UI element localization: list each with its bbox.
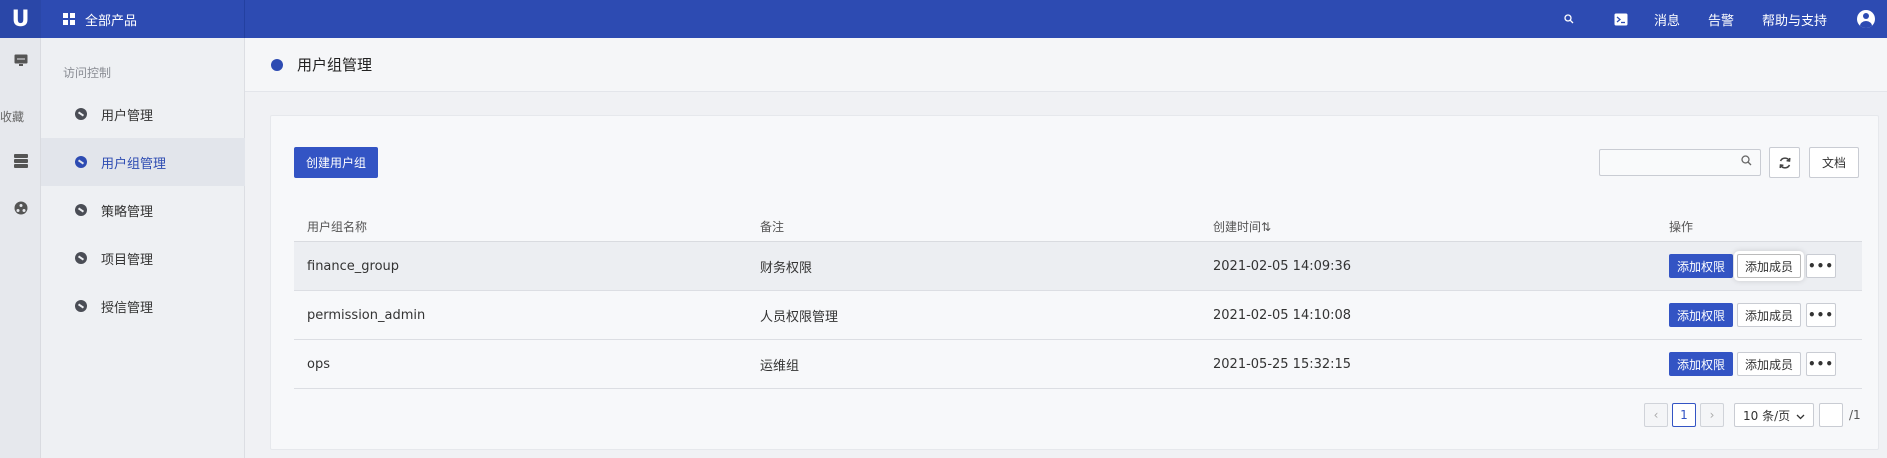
created-time: 2021-05-25 15:32:15 [1213,356,1352,372]
sidebar-item-label: 项目管理 [101,252,154,268]
add-permission-button[interactable]: 添加权限 [1669,352,1733,376]
policy-icon [75,204,87,216]
table-row: finance_group 财务权限 2021-02-05 14:09:36 添… [294,242,1862,291]
search-icon[interactable] [1564,14,1574,24]
page-title: 用户组管理 [297,56,373,74]
group-name: finance_group [307,258,400,274]
sidebar-item-credit[interactable]: 授信管理 [41,282,245,330]
sidebar-item-user-groups[interactable]: 用户组管理 [41,138,245,186]
monitor-icon[interactable] [0,54,41,67]
more-icon[interactable]: ••• [1806,254,1836,278]
sidebar-item-label: 用户组管理 [101,156,167,172]
page-size-select[interactable]: 10 条/页 [1734,403,1814,427]
help-support-link[interactable]: 帮助与支持 [1762,10,1827,29]
sidebar-item-label: 策略管理 [101,204,154,220]
docs-button[interactable]: 文档 [1809,147,1859,178]
credit-icon [75,300,87,312]
terminal-icon[interactable] [1614,13,1628,26]
created-time: 2021-02-05 14:09:36 [1213,258,1352,274]
column-header-remark: 备注 [760,219,785,234]
page-jump-input[interactable] [1819,403,1843,427]
more-icon[interactable]: ••• [1806,303,1836,327]
column-header-actions: 操作 [1669,219,1694,234]
search-input[interactable] [1599,149,1761,176]
page-header: 用户组管理 [245,38,1887,92]
create-user-group-button[interactable]: 创建用户组 [294,147,378,178]
server-icon[interactable] [0,154,41,168]
page-number[interactable]: 1 [1672,403,1696,427]
group-remark: 财务权限 [760,260,813,276]
top-navigation-bar: U 全部产品 消息 告警 帮助与支持 [0,0,1887,38]
sidebar-item-label: 用户管理 [101,108,154,124]
table-row: permission_admin 人员权限管理 2021-02-05 14:10… [294,291,1862,340]
column-header-name: 用户组名称 [307,219,368,234]
user-group-icon [271,58,283,71]
user-group-card: 创建用户组 文档 用户组名称 备注 创建时间⇅ 操作 finance_group… [270,115,1879,450]
sidebar-item-label: 授信管理 [101,300,154,316]
add-permission-button[interactable]: 添加权限 [1669,254,1733,278]
search-icon[interactable] [1741,155,1752,170]
sidebar-title: 访问控制 [63,66,112,80]
top-right-actions: 消息 告警 帮助与支持 [1564,0,1887,38]
add-member-button[interactable]: 添加成员 [1737,303,1801,327]
user-group-icon [75,156,87,168]
group-name: permission_admin [307,307,426,323]
user-avatar-icon[interactable] [1857,10,1875,28]
all-products-menu[interactable]: 全部产品 [41,0,245,38]
refresh-icon [1778,156,1791,169]
group-name: ops [307,356,330,372]
page-size-value: 10 条/页 [1743,408,1791,423]
group-remark: 运维组 [760,358,800,374]
chevron-down-icon [1796,410,1805,424]
sidebar-item-projects[interactable]: 项目管理 [41,234,245,282]
group-remark: 人员权限管理 [760,309,839,325]
more-icon[interactable]: ••• [1806,352,1836,376]
brand-logo[interactable]: U [0,0,41,38]
total-pages: /1 [1849,408,1861,422]
add-member-button[interactable]: 添加成员 [1737,254,1801,278]
all-products-label: 全部产品 [85,13,138,29]
grid-icon [63,13,75,25]
favorites-label[interactable]: 收藏 [0,108,24,125]
icon-rail: 收藏 [0,38,41,458]
add-member-button[interactable]: 添加成员 [1737,352,1801,376]
sidebar: 访问控制 用户管理 用户组管理 策略管理 项目管理 授信管理 [41,38,245,458]
table-row: ops 运维组 2021-05-25 15:32:15 添加权限 添加成员 ••… [294,340,1862,389]
sidebar-item-policies[interactable]: 策略管理 [41,186,245,234]
project-icon [75,252,87,264]
column-header-created[interactable]: 创建时间⇅ [1213,211,1271,241]
prev-page-button[interactable]: ‹ [1644,403,1668,427]
created-time: 2021-02-05 14:10:08 [1213,307,1352,323]
next-page-button[interactable]: › [1700,403,1724,427]
add-permission-button[interactable]: 添加权限 [1669,303,1733,327]
alerts-link[interactable]: 告警 [1708,10,1734,29]
user-icon [75,108,87,120]
sidebar-item-users[interactable]: 用户管理 [41,90,245,138]
network-icon[interactable] [0,201,41,215]
refresh-button[interactable] [1769,147,1800,178]
messages-link[interactable]: 消息 [1654,10,1680,29]
